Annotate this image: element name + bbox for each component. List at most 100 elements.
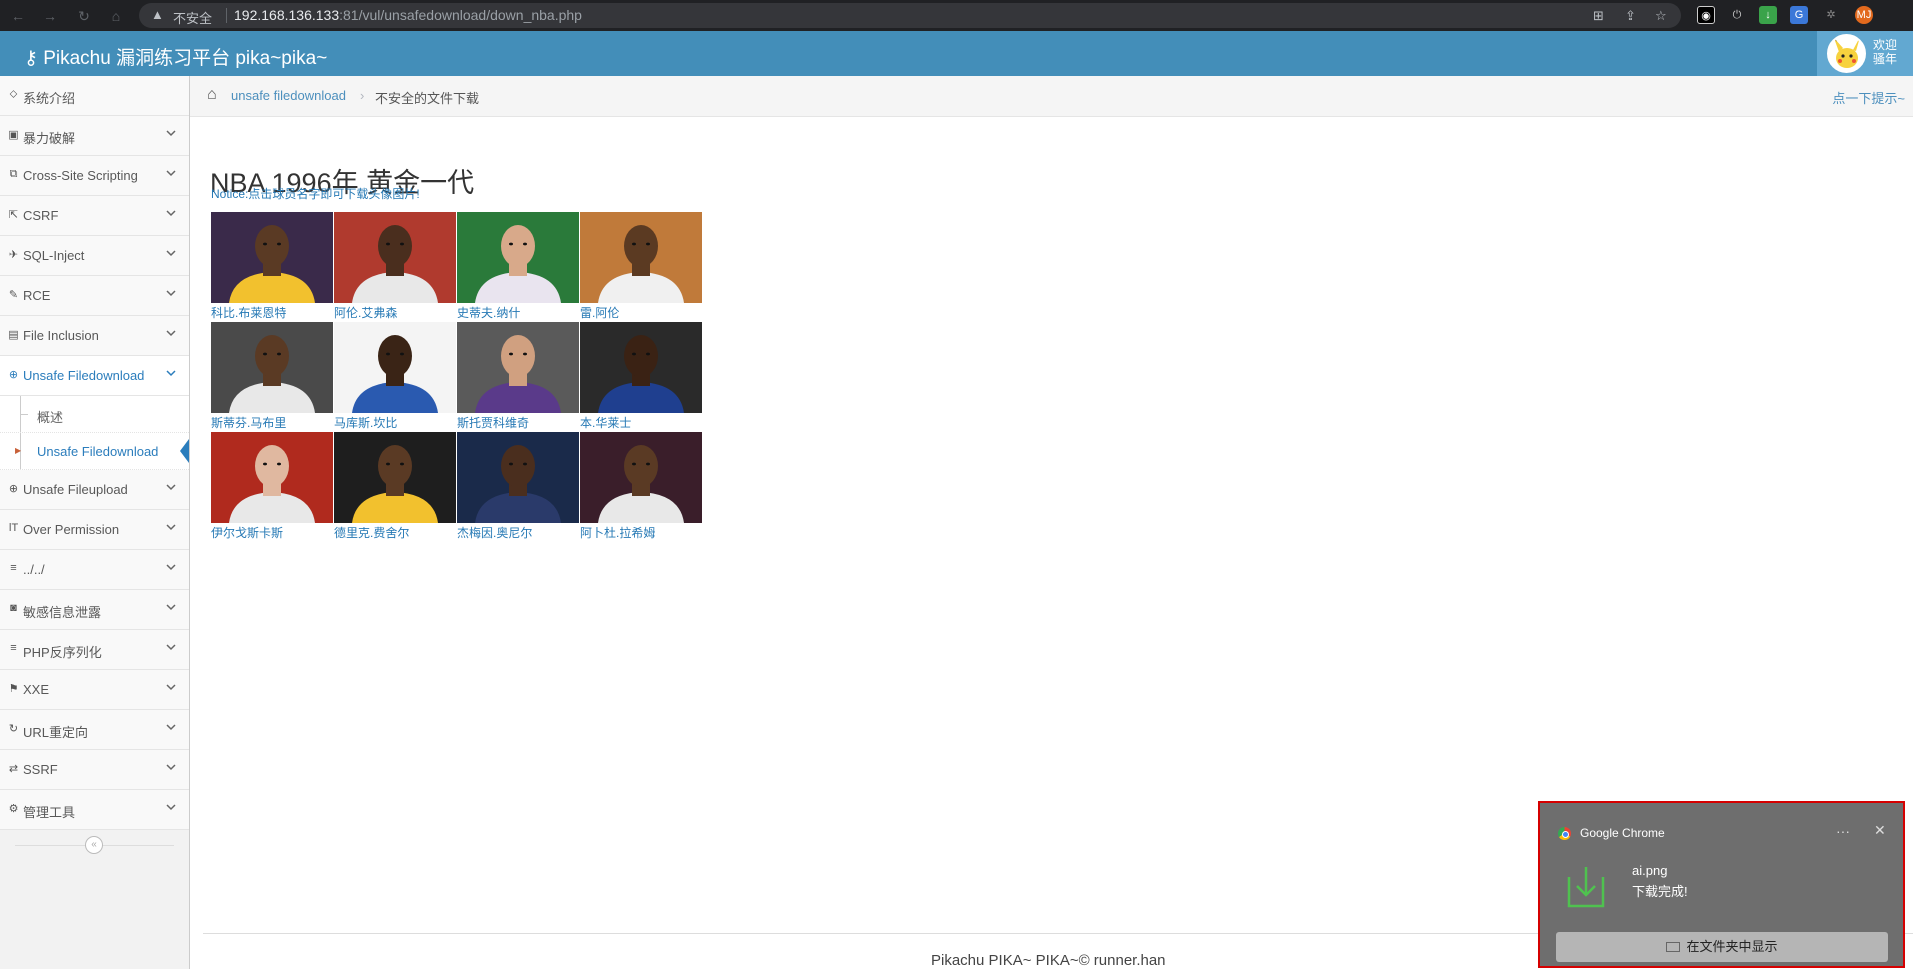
- notice-text: Notice:点击球员名字即可下载头像图片!: [211, 187, 420, 201]
- chevron-down-icon: [165, 287, 177, 302]
- player-name-link[interactable]: 科比.布莱恩特: [211, 304, 286, 321]
- fighter-jet-icon: ✈: [8, 249, 19, 261]
- player-card: 史蒂夫.纳什: [457, 212, 579, 322]
- bookmark-star-icon[interactable]: ☆: [1655, 8, 1667, 24]
- chevron-down-icon: [165, 761, 177, 776]
- reload-icon[interactable]: ↻: [74, 6, 94, 26]
- player-card: 本.华莱士: [580, 322, 702, 432]
- sidebar-item[interactable]: ◙ 敏感信息泄露: [0, 590, 189, 630]
- user-menu[interactable]: 欢迎 骚年: [1817, 31, 1913, 76]
- app-title-text: Pikachu 漏洞练习平台 pika~pika~: [43, 48, 328, 69]
- sidebar-item[interactable]: ⇱ CSRF: [0, 196, 189, 236]
- upload-icon: ⊕: [8, 483, 19, 495]
- insecure-label[interactable]: 不安全: [173, 8, 212, 27]
- home-icon[interactable]: ⌂: [207, 86, 217, 104]
- breadcrumb-parent[interactable]: unsafe filedownload: [231, 88, 346, 103]
- breadcrumb: ⌂ unsafe filedownload › 不安全的文件下载 点一下提示~: [190, 76, 1913, 117]
- sidebar-subitem[interactable]: ▶ Unsafe Filedownload: [0, 433, 189, 470]
- player-name-link[interactable]: 德里克.费舍尔: [334, 524, 409, 541]
- player-photo: [334, 432, 456, 523]
- tree-branch: [20, 414, 28, 415]
- sidebar-item[interactable]: ✈ SQL-Inject: [0, 236, 189, 276]
- sidebar-item-label: CSRF: [23, 208, 59, 223]
- share-icon[interactable]: ⇪: [1625, 8, 1636, 24]
- sidebar-item[interactable]: ↻ URL重定向: [0, 710, 189, 750]
- forward-icon[interactable]: →: [40, 6, 60, 26]
- hint-link[interactable]: 点一下提示~: [1832, 88, 1905, 107]
- player-name-link[interactable]: 阿伦.艾弗森: [334, 304, 397, 321]
- address-bar[interactable]: ▲ 不安全 192.168.136.133:81/vul/unsafedownl…: [139, 3, 1681, 28]
- sidebar-item[interactable]: ⧉ Cross-Site Scripting: [0, 156, 189, 196]
- player-name-link[interactable]: 史蒂夫.纳什: [457, 304, 520, 321]
- chevron-down-icon: [165, 207, 177, 222]
- chevron-down-icon: [165, 721, 177, 736]
- chevron-down-icon: [165, 601, 177, 616]
- download-icon: ⊕: [8, 369, 19, 381]
- puzzle-icon[interactable]: ✲: [1822, 6, 1840, 24]
- sidebar-collapse: «: [0, 830, 189, 860]
- sidebar-item-label: SSRF: [23, 762, 58, 777]
- sidebar-item[interactable]: ⇄ SSRF: [0, 750, 189, 790]
- home-icon[interactable]: ⌂: [106, 6, 126, 26]
- sidebar-subitem[interactable]: 概述: [0, 396, 189, 433]
- sidebar-item[interactable]: ⊕ Unsafe Filedownload: [0, 356, 189, 396]
- sidebar-item[interactable]: ⚑ XXE: [0, 670, 189, 710]
- sidebar-item-label: 暴力破解: [23, 131, 76, 146]
- app-title[interactable]: ⚷ Pikachu 漏洞练习平台 pika~pika~: [24, 43, 327, 70]
- sidebar-item[interactable]: ▤ File Inclusion: [0, 316, 189, 356]
- sidebar-item[interactable]: ǀT Over Permission: [0, 510, 189, 550]
- double-chevron-left-icon[interactable]: «: [85, 836, 103, 854]
- sidebar-item[interactable]: ⚙ 管理工具: [0, 790, 189, 830]
- player-name-link[interactable]: 斯托贾科维奇: [457, 414, 529, 431]
- player-photo: [580, 212, 702, 303]
- player-name-link[interactable]: 雷.阿伦: [580, 304, 619, 321]
- player-name-link[interactable]: 伊尔戈斯卡斯: [211, 524, 283, 541]
- sidebar-item-label: Unsafe Fileupload: [23, 482, 128, 497]
- chevron-down-icon: [165, 521, 177, 536]
- translate-icon[interactable]: ⊞: [1593, 8, 1604, 24]
- breadcrumb-separator: ›: [360, 88, 365, 103]
- chevron-down-icon: [165, 801, 177, 816]
- refresh-icon: ↻: [8, 723, 19, 735]
- tag-icon: ⬦: [9, 88, 18, 100]
- sidebar-item[interactable]: ⬦ 系统介绍: [0, 76, 189, 116]
- align-left-icon: ≡: [10, 562, 17, 574]
- url-text[interactable]: 192.168.136.133:81/vul/unsafedownload/do…: [234, 7, 582, 23]
- player-photo: [580, 432, 702, 523]
- url-host: 192.168.136.133: [234, 7, 340, 23]
- welcome-line-1: 欢迎: [1873, 38, 1898, 52]
- profile-avatar[interactable]: MJ: [1855, 6, 1873, 24]
- sidebar-subitem-label: 概述: [37, 410, 64, 425]
- player-photo: [211, 432, 333, 523]
- player-name-link[interactable]: 本.华莱士: [580, 414, 631, 431]
- camera-icon: ◙: [10, 602, 17, 614]
- player-name-link[interactable]: 斯蒂芬.马布里: [211, 414, 286, 431]
- player-name-link[interactable]: 杰梅因.奥尼尔: [457, 524, 532, 541]
- player-photo: [580, 322, 702, 413]
- sidebar-item-label: XXE: [23, 682, 50, 697]
- sidebar-item[interactable]: ⊕ Unsafe Fileupload: [0, 470, 189, 510]
- browser-toolbar: ← → ↻ ⌂ ▲ 不安全 192.168.136.133:81/vul/uns…: [0, 0, 1913, 31]
- active-indicator: [180, 439, 189, 463]
- extension-icon[interactable]: ◉: [1697, 6, 1715, 24]
- cog-icon: ⚙: [8, 803, 19, 815]
- sidebar-item-label: 管理工具: [23, 805, 76, 820]
- sidebar-item[interactable]: ≡ PHP反序列化: [0, 630, 189, 670]
- sidebar-item[interactable]: ▣ 暴力破解: [0, 116, 189, 156]
- back-icon[interactable]: ←: [8, 6, 28, 26]
- sidebar-item[interactable]: ✎ RCE: [0, 276, 189, 316]
- chevron-down-icon: [165, 367, 177, 382]
- download-extension-icon[interactable]: ↓: [1759, 6, 1777, 24]
- player-photo: [211, 212, 333, 303]
- player-name-link[interactable]: 马库斯.坎比: [334, 414, 397, 431]
- welcome-line-2: 骚年: [1873, 52, 1898, 66]
- chevron-down-icon: [165, 327, 177, 342]
- pencil-icon: ✎: [8, 289, 19, 301]
- player-photo: [211, 322, 333, 413]
- exchange-icon: ⇄: [8, 763, 19, 775]
- player-name-link[interactable]: 阿卜杜.拉希姆: [580, 524, 655, 541]
- power-icon[interactable]: ⏻: [1728, 6, 1746, 24]
- sidebar-item[interactable]: ≡ ../../: [0, 550, 189, 590]
- translate-extension-icon[interactable]: G: [1790, 6, 1808, 24]
- player-card: 阿卜杜.拉希姆: [580, 432, 702, 542]
